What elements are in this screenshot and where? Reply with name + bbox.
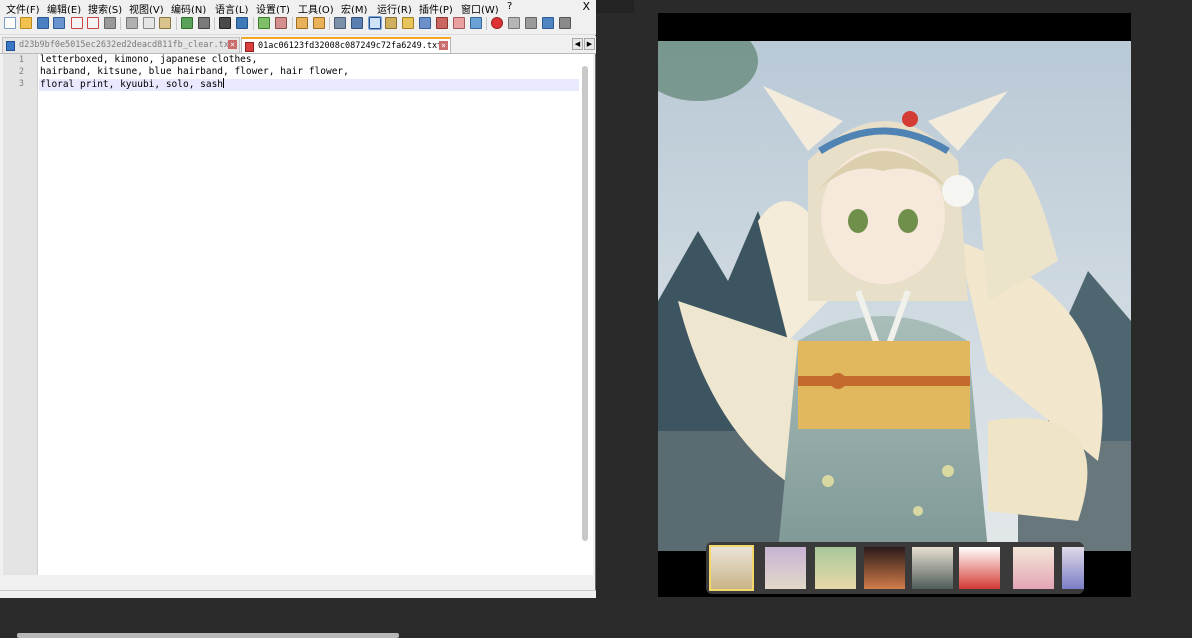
line-number: 2 (18, 67, 24, 77)
code-line[interactable]: hairband, kitsune, blue hairband, flower… (40, 66, 349, 77)
editor-area[interactable]: 1 2 3 letterboxed, kimono, japanese clot… (3, 54, 593, 638)
horizontal-scrollbar[interactable] (17, 633, 399, 638)
menu-bar: 文件(F) 编辑(E) 搜索(S) 视图(V) 编码(N) 语言(L) 设置(T… (0, 0, 596, 16)
close-doc-button[interactable]: X (582, 0, 590, 13)
eye-icon[interactable] (470, 17, 482, 29)
doc-map-icon[interactable] (402, 17, 414, 29)
sync-horizontal-icon[interactable] (313, 17, 325, 29)
zoom-in-icon[interactable] (258, 17, 270, 29)
viewer-side-panel (596, 0, 634, 13)
kitsune-girl-illustration (658, 41, 1131, 551)
paste-icon[interactable] (159, 17, 171, 29)
new-file-icon[interactable] (4, 17, 16, 29)
toolbar-separator (292, 17, 293, 30)
thumbnail[interactable] (959, 547, 1000, 589)
anime-illustration-image (658, 41, 1131, 551)
line-number-gutter: 1 2 3 (3, 54, 38, 575)
cut-icon[interactable] (126, 17, 138, 29)
sync-vertical-icon[interactable] (296, 17, 308, 29)
code-line-text: floral print, kyuubi, solo, sash (40, 79, 224, 90)
save-all-icon[interactable] (53, 17, 65, 29)
thumbnail[interactable] (765, 547, 806, 589)
menu-help[interactable]: ? (507, 1, 512, 12)
thumbnail[interactable] (709, 545, 754, 591)
print-icon[interactable] (104, 17, 116, 29)
folder-workspace-icon[interactable] (436, 17, 448, 29)
thumbnail[interactable] (1062, 547, 1084, 589)
text-caret (223, 78, 225, 88)
zoom-out-icon[interactable] (275, 17, 287, 29)
play-macro-icon[interactable] (525, 17, 537, 29)
tab-bar: d23b9bf0e5015ec2632ed2deacd811fb_clear.t… (0, 36, 596, 54)
open-file-icon[interactable] (20, 17, 32, 29)
find-icon[interactable] (219, 17, 231, 29)
udl-icon[interactable] (385, 17, 397, 29)
line-number: 1 (18, 55, 24, 65)
toolbar-separator (253, 17, 254, 30)
toolbar-separator (176, 17, 177, 30)
code-line[interactable]: floral print, kyuubi, solo, sash (40, 78, 225, 90)
file-saved-icon (6, 41, 15, 51)
tab-close-icon[interactable]: × (228, 40, 237, 49)
redo-icon[interactable] (198, 17, 210, 29)
thumbnail[interactable] (815, 547, 856, 589)
toolbar-separator (120, 17, 121, 30)
tab-label: d23b9bf0e5015ec2632ed2deacd811fb_clear.t… (19, 40, 234, 50)
save-macro-icon[interactable] (559, 17, 571, 29)
tab-d23b9bf0[interactable]: d23b9bf0e5015ec2632ed2deacd811fb_clear.t… (2, 37, 240, 53)
tab-label: 01ac06123fd32008c087249c72fa6249.txt (258, 41, 443, 51)
tab-scroll-left-icon[interactable]: ◀ (572, 38, 583, 50)
toolbar (0, 14, 596, 35)
thumbnail[interactable] (912, 547, 953, 589)
show-all-chars-icon[interactable] (351, 17, 363, 29)
vertical-scrollbar[interactable] (582, 66, 588, 541)
close-icon[interactable] (71, 17, 83, 29)
close-all-icon[interactable] (87, 17, 99, 29)
save-icon[interactable] (37, 17, 49, 29)
undo-icon[interactable] (181, 17, 193, 29)
line-number: 3 (18, 79, 24, 89)
function-list-icon[interactable] (419, 17, 431, 29)
tab-scroll-right-icon[interactable]: ▶ (584, 38, 595, 50)
thumbnail[interactable] (864, 547, 905, 589)
toolbar-separator (214, 17, 215, 30)
toolbar-separator (329, 17, 330, 30)
word-wrap-icon[interactable] (334, 17, 346, 29)
run-macro-multiple-icon[interactable] (542, 17, 554, 29)
toolbar-separator (486, 17, 487, 30)
tab-close-icon[interactable]: × (439, 41, 448, 50)
monitoring-icon[interactable] (453, 17, 465, 29)
replace-icon[interactable] (236, 17, 248, 29)
notepadpp-window: 文件(F) 编辑(E) 搜索(S) 视图(V) 编码(N) 语言(L) 设置(T… (0, 0, 596, 638)
image-canvas[interactable] (658, 13, 1131, 597)
code-line[interactable]: letterboxed, kimono, japanese clothes, (40, 54, 257, 65)
tab-01ac0612[interactable]: 01ac06123fd32008c087249c72fa6249.txt × (241, 37, 451, 53)
file-modified-icon (245, 42, 254, 52)
thumbnail[interactable] (1013, 547, 1054, 589)
stop-record-icon[interactable] (508, 17, 520, 29)
record-macro-icon[interactable] (491, 17, 503, 29)
indent-guide-icon[interactable] (368, 16, 382, 30)
thumbnail-strip (706, 542, 1084, 594)
copy-icon[interactable] (143, 17, 155, 29)
image-viewer-window (596, 0, 1192, 597)
